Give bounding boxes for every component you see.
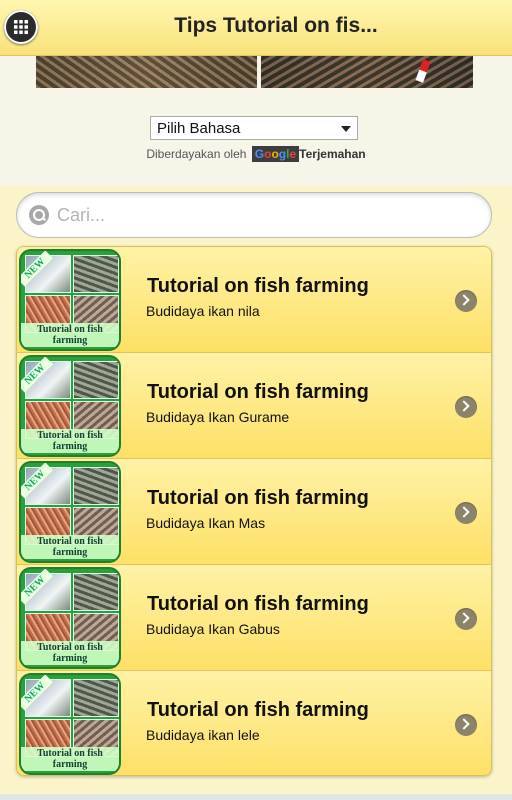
banner-image-right <box>261 56 473 88</box>
thumbnail-caption: Tutorial on fish farming <box>21 641 119 665</box>
item-subtitle: Budidaya Ikan Mas <box>146 515 266 531</box>
thumbnail-image: NEW Tutorial on fish farming <box>19 461 121 563</box>
page-title: Tips Tutorial on fis... <box>174 14 378 37</box>
thumbnail-image: NEW Tutorial on fish farming <box>19 673 121 775</box>
chevron-right-icon[interactable] <box>455 714 477 736</box>
google-logo[interactable]: Google <box>251 146 300 162</box>
powered-by-text: Diberdayakan oleh <box>146 147 247 161</box>
thumbnail-image: NEW Tutorial on fish farming <box>19 567 121 669</box>
item-title: Tutorial on fish farming <box>147 381 369 403</box>
thumbnail-caption: Tutorial on fish farming <box>21 535 119 559</box>
thumbnail-caption: Tutorial on fish farming <box>21 747 119 771</box>
search-icon <box>29 205 49 225</box>
item-subtitle: Budidaya Ikan Gurame <box>146 409 290 425</box>
language-select-value: Pilih Bahasa <box>157 120 241 137</box>
chevron-right-icon[interactable] <box>455 502 477 524</box>
item-title: Tutorial on fish farming <box>147 593 369 615</box>
thumbnail-caption: Tutorial on fish farming <box>21 429 119 453</box>
chevron-right-icon[interactable] <box>455 396 477 418</box>
thumbnail-caption: Tutorial on fish farming <box>21 323 119 347</box>
language-select[interactable]: Pilih Bahasa <box>150 116 358 140</box>
search-input[interactable] <box>57 201 477 229</box>
item-subtitle: Budidaya Ikan Gabus <box>146 621 280 637</box>
list-item[interactable]: NEW Tutorial on fish farming Tutorial on … <box>17 353 491 459</box>
list-item[interactable]: NEW Tutorial on fish farming Tutorial on … <box>17 565 491 671</box>
item-title: Tutorial on fish farming <box>147 699 369 721</box>
banner-image-left <box>36 56 257 88</box>
thumbnail-image: NEW Tutorial on fish farming <box>19 249 121 351</box>
thumbnail-image: NEW Tutorial on fish farming <box>19 355 121 457</box>
footer-bar <box>0 794 512 800</box>
item-title: Tutorial on fish farming <box>147 275 369 297</box>
list-item[interactable]: NEW Tutorial on fish farming Tutorial on … <box>17 459 491 565</box>
list-item[interactable]: NEW Tutorial on fish farming Tutorial on … <box>17 671 491 775</box>
item-subtitle: Budidaya ikan lele <box>146 727 260 743</box>
search-bar[interactable] <box>16 192 492 238</box>
chevron-right-icon[interactable] <box>455 290 477 312</box>
powered-by: Diberdayakan oleh Google Terjemahan <box>0 146 512 162</box>
item-title: Tutorial on fish farming <box>147 487 369 509</box>
chevron-right-icon[interactable] <box>455 608 477 630</box>
grid-icon <box>14 20 28 34</box>
list-item[interactable]: NEW Tutorial on fish farming Tutorial on … <box>17 247 491 353</box>
translate-area: Pilih Bahasa Diberdayakan oleh Google Ter… <box>0 56 512 186</box>
menu-button[interactable] <box>4 10 38 44</box>
chevron-down-icon <box>341 126 351 132</box>
translate-link[interactable]: Terjemahan <box>299 147 365 161</box>
item-subtitle: Budidaya ikan nila <box>146 303 260 319</box>
tutorial-list: NEW Tutorial on fish farming Tutorial on … <box>16 246 492 776</box>
app-header: Tips Tutorial on fis... <box>0 0 512 56</box>
